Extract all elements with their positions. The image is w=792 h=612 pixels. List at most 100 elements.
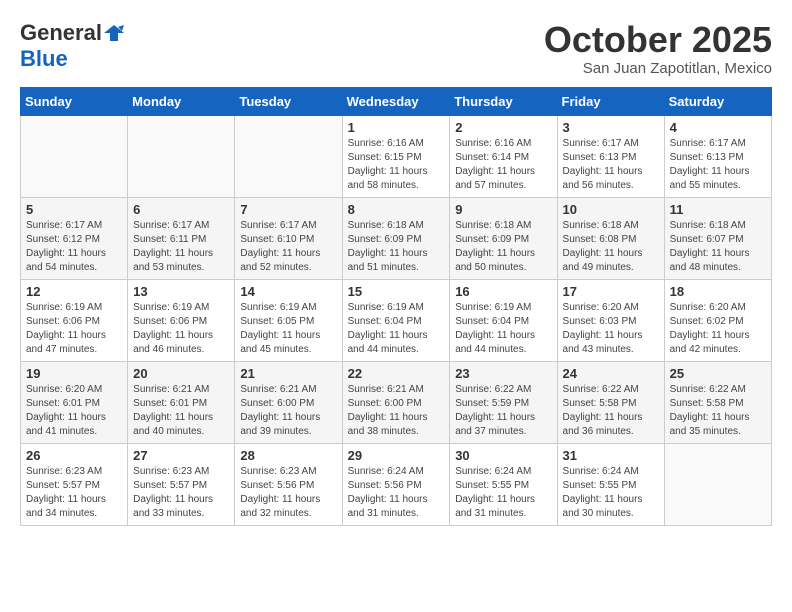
day-info: Sunrise: 6:19 AM Sunset: 6:05 PM Dayligh… <box>240 301 336 357</box>
day-cell <box>235 115 342 197</box>
day-cell: 10 Sunrise: 6:18 AM Sunset: 6:08 PM Dayli… <box>557 197 664 279</box>
calendar-table: SundayMondayTuesdayWednesdayThursdayFrid… <box>20 87 772 526</box>
weekday-header-wednesday: Wednesday <box>342 87 450 115</box>
day-cell: 13Sunrise: 6:19 AM Sunset: 6:06 PM Dayli… <box>128 279 235 361</box>
day-info: Sunrise: 6:17 AM Sunset: 6:11 PM Dayligh… <box>133 219 229 275</box>
day-info: Sunrise: 6:19 AM Sunset: 6:04 PM Dayligh… <box>455 301 551 357</box>
day-info: Sunrise: 6:24 AM Sunset: 5:55 PM Dayligh… <box>563 465 659 521</box>
day-info: Sunrise: 6:16 AM Sunset: 6:15 PM Dayligh… <box>348 137 445 193</box>
day-number: 29 <box>348 448 445 463</box>
day-info: Sunrise: 6:17 AM Sunset: 6:12 PM Dayligh… <box>26 219 122 275</box>
day-cell: 17Sunrise: 6:20 AM Sunset: 6:03 PM Dayli… <box>557 279 664 361</box>
day-info: Sunrise: 6:21 AM Sunset: 6:00 PM Dayligh… <box>240 383 336 439</box>
day-number: 31 <box>563 448 659 463</box>
weekday-header-thursday: Thursday <box>450 87 557 115</box>
day-info: Sunrise: 6:20 AM Sunset: 6:01 PM Dayligh… <box>26 383 122 439</box>
day-number: 27 <box>133 448 229 463</box>
week-row-4: 19 Sunrise: 6:20 AM Sunset: 6:01 PM Dayli… <box>21 361 772 443</box>
day-cell: 2 Sunrise: 6:16 AM Sunset: 6:14 PM Daylig… <box>450 115 557 197</box>
day-cell: 26Sunrise: 6:23 AM Sunset: 5:57 PM Dayli… <box>21 443 128 525</box>
day-cell: 12 Sunrise: 6:19 AM Sunset: 6:06 PM Dayli… <box>21 279 128 361</box>
weekday-header-friday: Friday <box>557 87 664 115</box>
day-cell: 11Sunrise: 6:18 AM Sunset: 6:07 PM Dayli… <box>664 197 771 279</box>
day-info: Sunrise: 6:22 AM Sunset: 5:59 PM Dayligh… <box>455 383 551 439</box>
day-cell: 27 Sunrise: 6:23 AM Sunset: 5:57 PM Dayli… <box>128 443 235 525</box>
location-text: San Juan Zapotitlan, Mexico <box>544 60 772 77</box>
day-cell: 8Sunrise: 6:18 AM Sunset: 6:09 PM Daylig… <box>342 197 450 279</box>
weekday-header-sunday: Sunday <box>21 87 128 115</box>
day-cell: 1 Sunrise: 6:16 AM Sunset: 6:15 PM Daylig… <box>342 115 450 197</box>
week-row-1: 1 Sunrise: 6:16 AM Sunset: 6:15 PM Daylig… <box>21 115 772 197</box>
day-number: 30 <box>455 448 551 463</box>
day-number: 2 <box>455 120 551 135</box>
day-number: 3 <box>563 120 659 135</box>
day-info: Sunrise: 6:19 AM Sunset: 6:06 PM Dayligh… <box>26 301 122 357</box>
logo-general-text: General <box>20 20 102 46</box>
day-cell: 6 Sunrise: 6:17 AM Sunset: 6:11 PM Daylig… <box>128 197 235 279</box>
day-number: 23 <box>455 366 551 381</box>
day-number: 14 <box>240 284 336 299</box>
day-info: Sunrise: 6:16 AM Sunset: 6:14 PM Dayligh… <box>455 137 551 193</box>
day-info: Sunrise: 6:18 AM Sunset: 6:08 PM Dayligh… <box>563 219 659 275</box>
day-number: 16 <box>455 284 551 299</box>
day-number: 6 <box>133 202 229 217</box>
day-number: 15 <box>348 284 445 299</box>
day-info: Sunrise: 6:17 AM Sunset: 6:10 PM Dayligh… <box>240 219 336 275</box>
day-info: Sunrise: 6:20 AM Sunset: 6:03 PM Dayligh… <box>563 301 659 357</box>
week-row-2: 5 Sunrise: 6:17 AM Sunset: 6:12 PM Daylig… <box>21 197 772 279</box>
day-cell <box>128 115 235 197</box>
day-info: Sunrise: 6:18 AM Sunset: 6:09 PM Dayligh… <box>455 219 551 275</box>
day-info: Sunrise: 6:20 AM Sunset: 6:02 PM Dayligh… <box>670 301 766 357</box>
day-cell: 24 Sunrise: 6:22 AM Sunset: 5:58 PM Dayli… <box>557 361 664 443</box>
day-cell: 15 Sunrise: 6:19 AM Sunset: 6:04 PM Dayli… <box>342 279 450 361</box>
day-cell <box>664 443 771 525</box>
day-number: 11 <box>670 202 766 217</box>
day-number: 12 <box>26 284 122 299</box>
day-number: 5 <box>26 202 122 217</box>
day-number: 13 <box>133 284 229 299</box>
day-number: 1 <box>348 120 445 135</box>
day-cell: 3Sunrise: 6:17 AM Sunset: 6:13 PM Daylig… <box>557 115 664 197</box>
day-number: 21 <box>240 366 336 381</box>
weekday-header-monday: Monday <box>128 87 235 115</box>
day-info: Sunrise: 6:23 AM Sunset: 5:57 PM Dayligh… <box>133 465 229 521</box>
logo-blue-text: Blue <box>20 46 124 72</box>
day-info: Sunrise: 6:24 AM Sunset: 5:55 PM Dayligh… <box>455 465 551 521</box>
day-cell: 28 Sunrise: 6:23 AM Sunset: 5:56 PM Dayli… <box>235 443 342 525</box>
month-title: October 2025 <box>544 20 772 60</box>
week-row-3: 12 Sunrise: 6:19 AM Sunset: 6:06 PM Dayli… <box>21 279 772 361</box>
day-cell: 18Sunrise: 6:20 AM Sunset: 6:02 PM Dayli… <box>664 279 771 361</box>
day-number: 4 <box>670 120 766 135</box>
day-number: 28 <box>240 448 336 463</box>
day-info: Sunrise: 6:21 AM Sunset: 6:00 PM Dayligh… <box>348 383 445 439</box>
week-row-5: 26Sunrise: 6:23 AM Sunset: 5:57 PM Dayli… <box>21 443 772 525</box>
day-number: 10 <box>563 202 659 217</box>
title-area: October 2025 San Juan Zapotitlan, Mexico <box>544 20 772 77</box>
day-cell: 29 Sunrise: 6:24 AM Sunset: 5:56 PM Dayli… <box>342 443 450 525</box>
day-number: 22 <box>348 366 445 381</box>
day-info: Sunrise: 6:22 AM Sunset: 5:58 PM Dayligh… <box>670 383 766 439</box>
day-cell: 4 Sunrise: 6:17 AM Sunset: 6:13 PM Daylig… <box>664 115 771 197</box>
day-number: 24 <box>563 366 659 381</box>
day-info: Sunrise: 6:24 AM Sunset: 5:56 PM Dayligh… <box>348 465 445 521</box>
day-info: Sunrise: 6:19 AM Sunset: 6:04 PM Dayligh… <box>348 301 445 357</box>
day-info: Sunrise: 6:17 AM Sunset: 6:13 PM Dayligh… <box>670 137 766 193</box>
weekday-header-tuesday: Tuesday <box>235 87 342 115</box>
day-info: Sunrise: 6:21 AM Sunset: 6:01 PM Dayligh… <box>133 383 229 439</box>
day-number: 7 <box>240 202 336 217</box>
day-number: 25 <box>670 366 766 381</box>
day-number: 20 <box>133 366 229 381</box>
weekday-header-row: SundayMondayTuesdayWednesdayThursdayFrid… <box>21 87 772 115</box>
day-cell: 23 Sunrise: 6:22 AM Sunset: 5:59 PM Dayli… <box>450 361 557 443</box>
page-header: General Blue October 2025 San Juan Zapot… <box>20 20 772 77</box>
day-info: Sunrise: 6:22 AM Sunset: 5:58 PM Dayligh… <box>563 383 659 439</box>
logo: General Blue <box>20 20 124 73</box>
day-cell: 30 Sunrise: 6:24 AM Sunset: 5:55 PM Dayli… <box>450 443 557 525</box>
logo-bird-icon <box>104 23 124 43</box>
day-number: 19 <box>26 366 122 381</box>
day-number: 8 <box>348 202 445 217</box>
day-number: 9 <box>455 202 551 217</box>
day-cell: 21 Sunrise: 6:21 AM Sunset: 6:00 PM Dayli… <box>235 361 342 443</box>
day-info: Sunrise: 6:23 AM Sunset: 5:56 PM Dayligh… <box>240 465 336 521</box>
day-cell: 5 Sunrise: 6:17 AM Sunset: 6:12 PM Daylig… <box>21 197 128 279</box>
